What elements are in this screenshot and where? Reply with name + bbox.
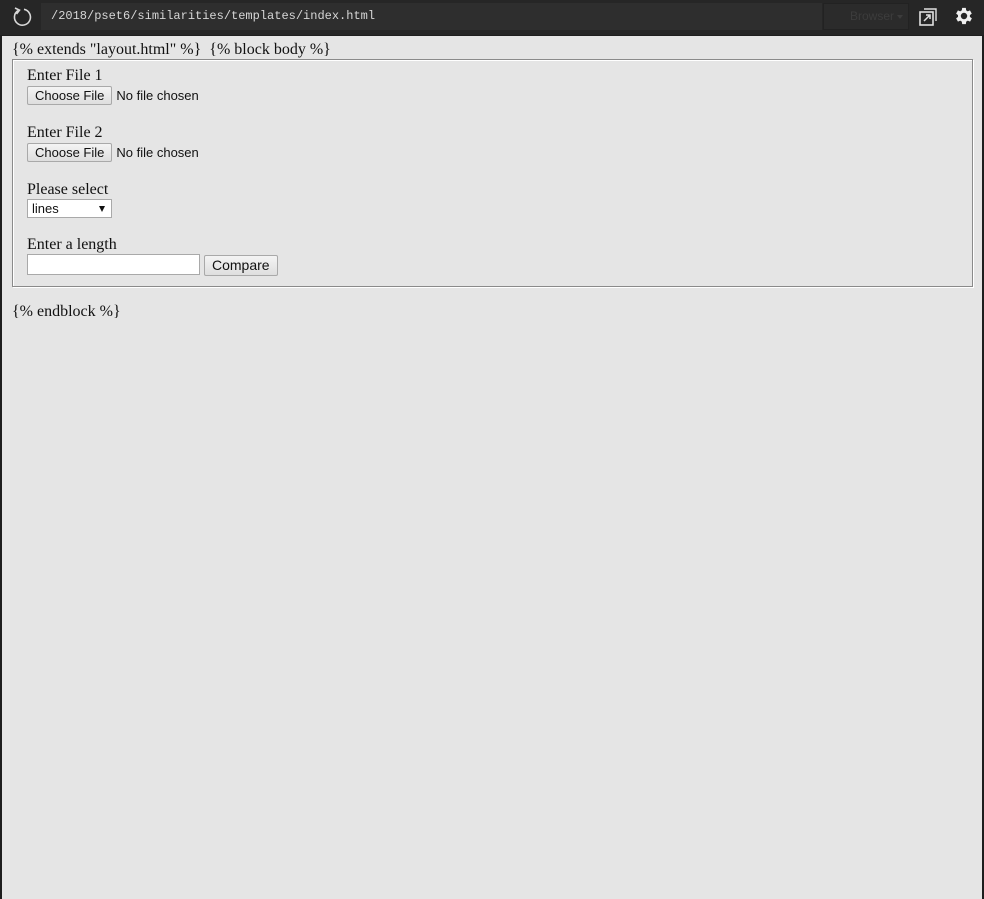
file2-input[interactable]: Choose File No file chosen [27, 143, 199, 162]
url-bar[interactable]: /2018/pset6/similarities/templates/index… [41, 3, 822, 30]
length-label: Enter a length [27, 236, 117, 253]
caret-down-icon [897, 15, 903, 19]
file2-choose-button[interactable]: Choose File [27, 143, 113, 162]
file1-choose-button[interactable]: Choose File [27, 86, 113, 105]
gear-icon[interactable] [953, 5, 975, 27]
template-footer-text: {% endblock %} [12, 303, 121, 320]
reload-icon[interactable] [11, 6, 33, 28]
preview-toolbar: /2018/pset6/similarities/templates/index… [0, 0, 984, 35]
compare-form: Enter File 1 Choose File No file chosen … [12, 59, 973, 287]
page-content: {% extends "layout.html" %} {% block bod… [2, 36, 982, 899]
popout-icon[interactable] [918, 7, 938, 27]
select-label: Please select [27, 181, 109, 198]
dropdown-arrow-icon [99, 206, 105, 212]
length-input[interactable] [27, 254, 200, 275]
file1-status: No file chosen [116, 88, 199, 103]
compare-button[interactable]: Compare [204, 255, 278, 276]
file1-input[interactable]: Choose File No file chosen [27, 86, 199, 105]
algorithm-select[interactable]: lines [27, 199, 112, 218]
file2-status: No file chosen [116, 145, 199, 160]
template-header-text: {% extends "layout.html" %} {% block bod… [12, 41, 331, 58]
browser-dropdown[interactable]: Browser [823, 3, 909, 30]
file2-label: Enter File 2 [27, 124, 103, 141]
select-value: lines [32, 201, 59, 216]
file1-label: Enter File 1 [27, 67, 103, 84]
browser-label: Browser [849, 9, 894, 23]
